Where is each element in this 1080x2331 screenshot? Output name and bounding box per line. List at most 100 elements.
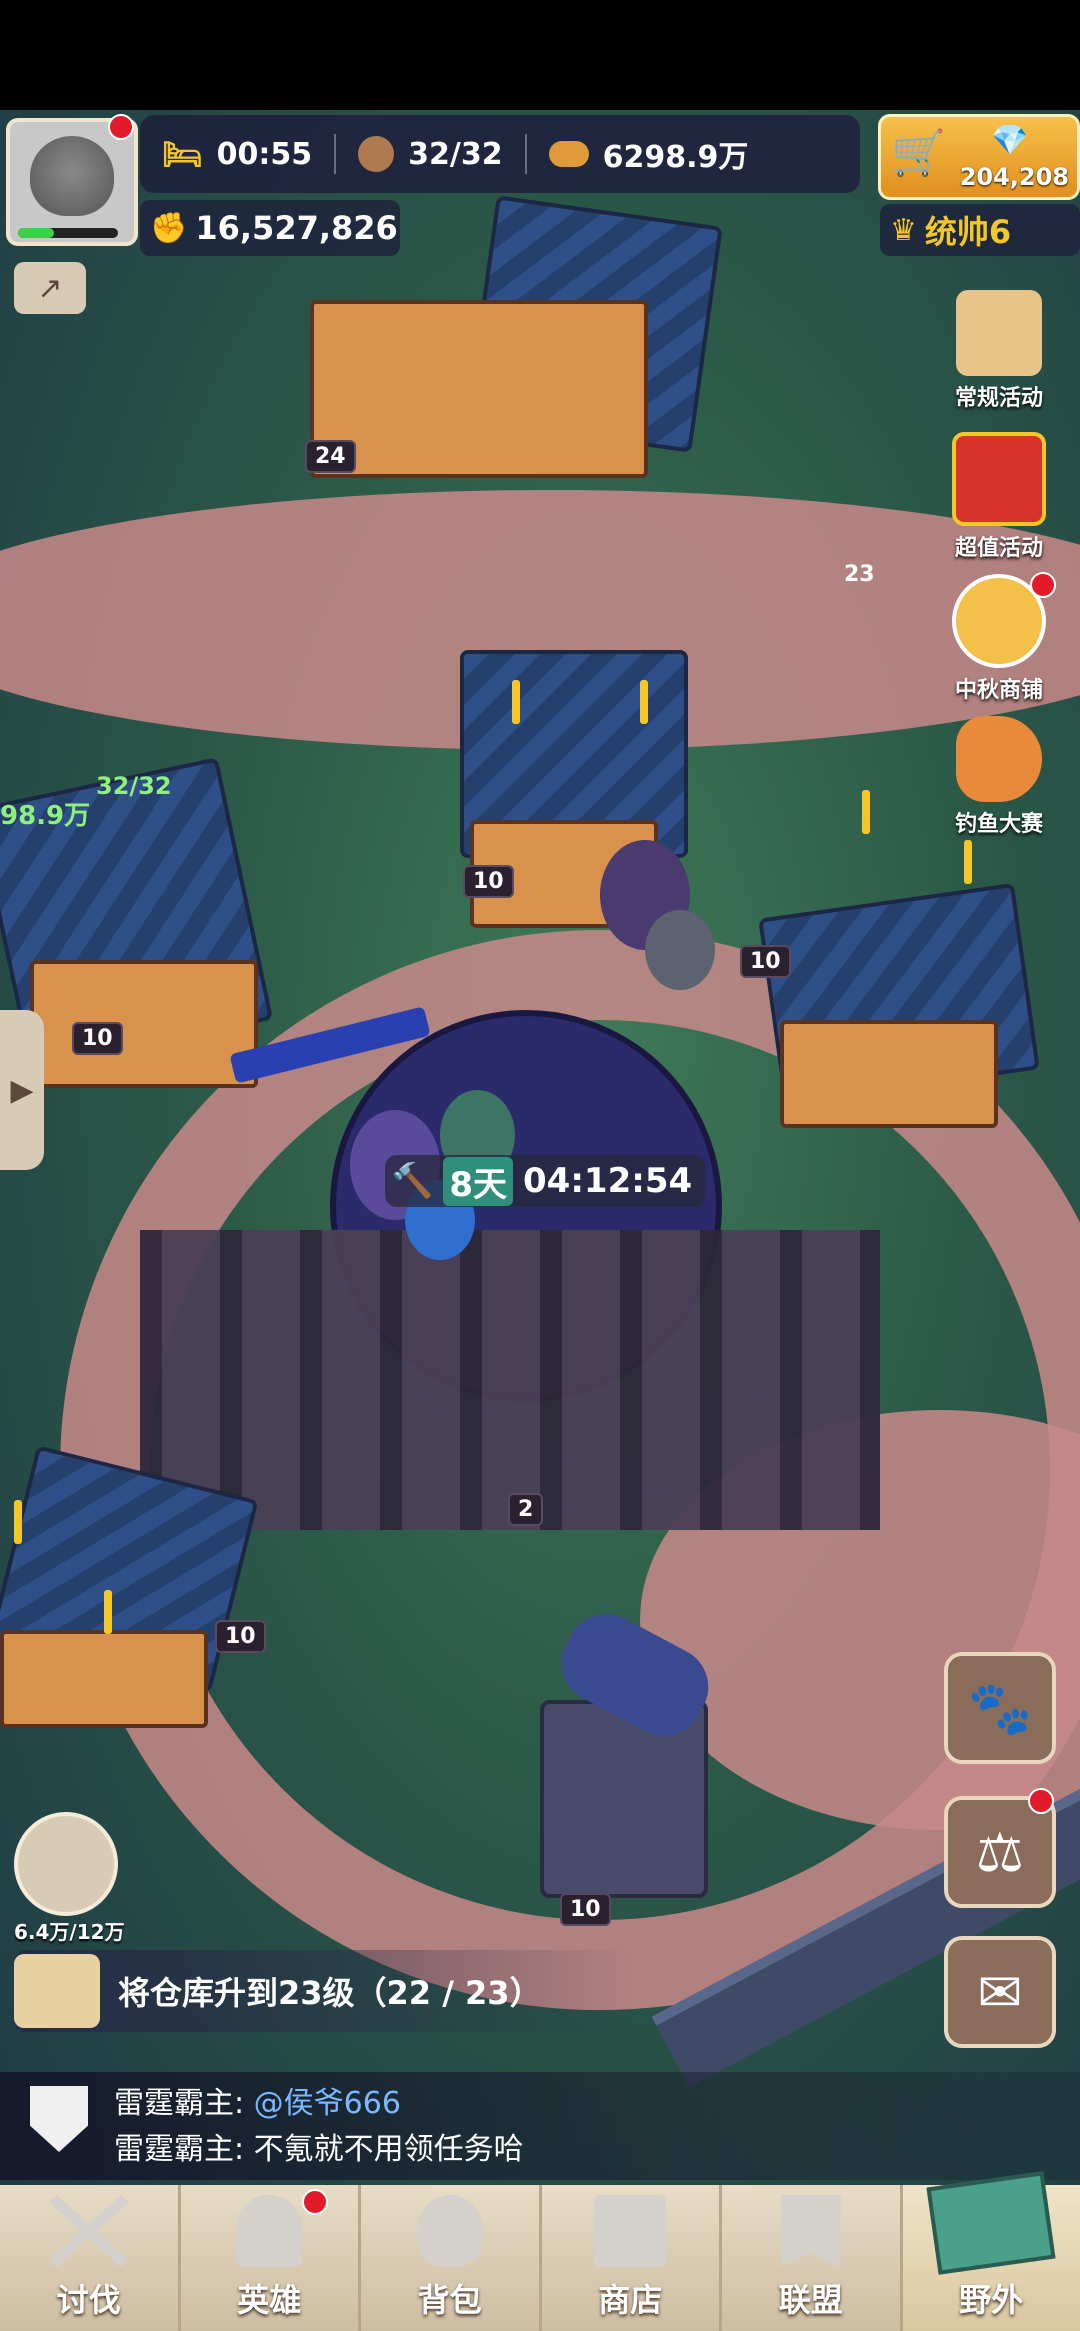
nav-label: 商店 xyxy=(598,2281,663,2319)
pet-button[interactable]: 🐾 xyxy=(944,1652,1056,1764)
candle-decor xyxy=(14,1500,22,1544)
candle-decor xyxy=(104,1590,112,1634)
collapse-hud-button[interactable]: ↗ xyxy=(14,262,86,314)
quest-tracker[interactable]: 将仓库升到23级（22 / 23） xyxy=(14,1950,634,2032)
paw-icon: 🐾 xyxy=(967,1678,1033,1739)
value-event-label: 超值活动 xyxy=(954,536,1043,561)
avatar-notification-dot xyxy=(108,114,134,140)
building-level: 10 xyxy=(72,1022,123,1055)
worker-capacity-value: 6.4万/12万 xyxy=(14,1920,125,1944)
building-level: 10 xyxy=(463,865,514,898)
avatar-health-bar xyxy=(18,228,118,238)
scale-icon: ⚖ xyxy=(975,1820,1025,1884)
worker-icon xyxy=(358,136,395,172)
candle-decor xyxy=(512,680,520,724)
candle-decor xyxy=(862,790,870,834)
trade-notification-dot xyxy=(1028,1788,1054,1814)
fist-icon: ✊ xyxy=(150,210,188,246)
nav-label: 英雄 xyxy=(237,2281,302,2319)
quest-text: 将仓库升到23级（22 / 23） xyxy=(118,1974,542,2012)
nav-alliance[interactable]: 联盟 xyxy=(722,2185,903,2331)
fish-icon xyxy=(956,716,1042,802)
cannon-tower[interactable] xyxy=(520,1600,723,1898)
crossed-swords-icon xyxy=(48,2195,129,2267)
mail-button[interactable]: ✉ xyxy=(944,1936,1056,2048)
cart-icon: 🛒 xyxy=(891,128,946,179)
nav-world[interactable]: 野外 xyxy=(902,2171,1080,2331)
gift-icon xyxy=(952,432,1046,526)
population-value: 32/32 xyxy=(408,136,503,172)
left-drawer-tab[interactable]: ▶ xyxy=(0,1010,44,1170)
food-yield-label: 98.9万 xyxy=(0,801,91,831)
building-level: 10 xyxy=(215,1620,266,1653)
system-status-bar xyxy=(0,0,1080,110)
store-icon xyxy=(594,2195,667,2267)
chat-sender: 雷霆霸主: xyxy=(114,2086,245,2121)
commander-value: 统帅6 xyxy=(924,213,1012,251)
construction-timer[interactable]: 🔨 8天 04:12:54 xyxy=(385,1155,707,1207)
alliance-shield-icon xyxy=(30,2086,88,2152)
power-value: 16,527,826 xyxy=(195,209,398,247)
bed-icon: 🛏 xyxy=(162,135,203,173)
building-level: 10 xyxy=(560,1893,611,1926)
chevron-right-icon: ▶ xyxy=(10,1072,34,1108)
map-icon xyxy=(926,2171,1056,2275)
shop-gems-button[interactable]: 🛒 💎 204,208 xyxy=(878,114,1080,200)
gem-icon: 💎 xyxy=(991,123,1029,158)
fishing-contest-button[interactable]: 钓鱼大赛 xyxy=(948,716,1050,838)
commander-badge[interactable]: ♛ 统帅6 xyxy=(880,204,1080,256)
food-value: 6298.9万 xyxy=(602,140,749,175)
arrow-up-icon: ↗ xyxy=(37,270,63,306)
nav-label: 联盟 xyxy=(778,2281,843,2319)
building-level: 24 xyxy=(305,440,356,473)
nav-bag[interactable]: 背包 xyxy=(361,2185,542,2331)
population-counter[interactable]: 32/32 xyxy=(336,136,524,172)
chat-line: 雷霆霸主: 不氪就不用领任务哈 xyxy=(114,2124,524,2168)
shop-notification-dot xyxy=(1030,572,1056,598)
food-counter[interactable]: 6298.9万 xyxy=(527,132,771,176)
cat-avatar-icon xyxy=(30,136,114,216)
heroes-notification-dot xyxy=(302,2189,328,2215)
bottom-navigation: 讨伐 英雄 背包 商店 联盟 野外 xyxy=(0,2171,1080,2331)
game-map[interactable]: 24 10 98.9万 32/32 10 10 🔨 8天 04:12:54 2 xyxy=(0,110,1080,2185)
scroll-check-icon xyxy=(956,290,1042,376)
chat-sender: 雷霆霸主: xyxy=(114,2132,245,2167)
nav-label: 讨伐 xyxy=(56,2281,121,2319)
power-display[interactable]: ✊ 16,527,826 xyxy=(140,200,400,256)
candle-decor xyxy=(640,680,648,724)
helmet-icon xyxy=(236,2195,303,2267)
chat-line: 雷霆霸主: @侯爷666 xyxy=(114,2078,401,2122)
warehouse-level-badge: 23 xyxy=(844,562,875,587)
envelope-icon: ✉ xyxy=(977,1960,1023,2024)
timer-days: 8天 xyxy=(443,1156,514,1206)
nav-heroes[interactable]: 英雄 xyxy=(181,2185,361,2331)
chat-panel[interactable]: 雷霆霸主: @侯爷666 雷霆霸主: 不氪就不用领任务哈 xyxy=(0,2072,1080,2180)
resource-bar: 🛏 00:55 32/32 6298.9万 xyxy=(140,115,860,193)
chat-mention: @侯爷666 xyxy=(253,2086,401,2121)
hammer-icon: 🔨 xyxy=(391,1161,434,1201)
banner-icon xyxy=(780,2195,841,2267)
worker-capacity[interactable]: 6.4万/12万 xyxy=(14,1812,125,1945)
candle-decor xyxy=(964,840,972,884)
gems-value: 204,208 xyxy=(959,163,1069,191)
fishing-contest-label: 钓鱼大赛 xyxy=(954,812,1043,837)
chat-message: 不氪就不用领任务哈 xyxy=(253,2132,524,2167)
crown-icon: ♛ xyxy=(890,212,917,248)
mid-autumn-shop-label: 中秋商铺 xyxy=(954,678,1043,703)
sleep-timer-value: 00:55 xyxy=(216,136,313,172)
nav-shop[interactable]: 商店 xyxy=(542,2185,722,2331)
sleep-timer[interactable]: 🛏 00:55 xyxy=(140,135,334,173)
sack-icon xyxy=(416,2195,483,2267)
building-level: 2 xyxy=(508,1493,544,1526)
nav-label: 背包 xyxy=(417,2281,482,2319)
timer-time: 04:12:54 xyxy=(523,1161,693,1201)
nav-crusade[interactable]: 讨伐 xyxy=(0,2185,181,2331)
fist-upgrade-icon xyxy=(14,1812,118,1916)
value-event-button[interactable]: 超值活动 xyxy=(948,432,1050,562)
regular-event-label: 常规活动 xyxy=(954,386,1043,411)
nav-label: 野外 xyxy=(959,2281,1024,2319)
bread-icon xyxy=(548,141,589,167)
regular-event-button[interactable]: 常规活动 xyxy=(948,290,1050,412)
house-building[interactable] xyxy=(0,1440,260,1760)
quest-scroll-icon xyxy=(14,1954,100,2028)
